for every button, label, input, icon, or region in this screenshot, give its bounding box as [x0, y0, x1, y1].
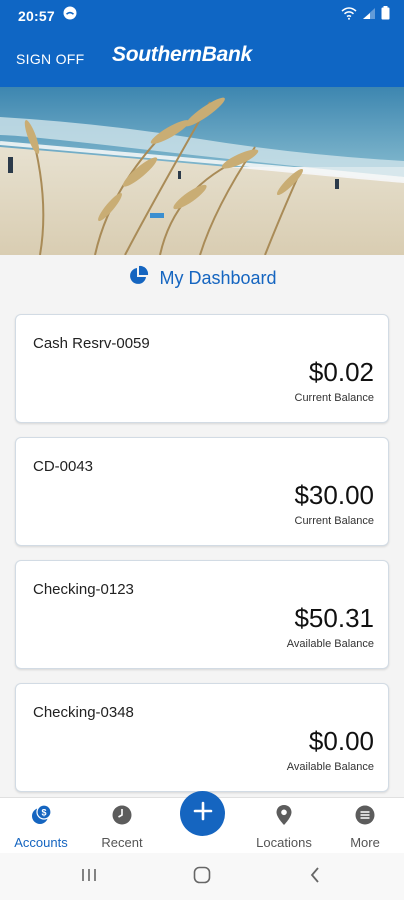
cloud-icon	[63, 6, 77, 25]
account-card[interactable]: CD-0043 $30.00 Current Balance	[15, 437, 389, 546]
pie-chart-icon	[127, 265, 149, 292]
account-name: Checking-0348	[33, 704, 134, 721]
account-name: CD-0043	[33, 458, 94, 475]
wifi-icon	[341, 6, 357, 25]
account-balance: $0.02	[308, 357, 374, 387]
account-card[interactable]: Cash Resrv-0059 $0.02 Current Balance	[15, 314, 389, 423]
status-bar: 20:57	[0, 0, 404, 31]
clock-icon	[111, 804, 133, 831]
menu-circle-icon	[354, 804, 376, 831]
tab-recent[interactable]: Recent	[92, 798, 152, 854]
account-balance: $50.31	[294, 603, 374, 633]
battery-icon	[381, 6, 390, 25]
tab-label: Recent	[101, 835, 143, 850]
tab-more[interactable]: More	[338, 798, 392, 854]
dashboard-title-label: My Dashboard	[159, 267, 277, 288]
sign-off-button[interactable]: SIGN OFF	[16, 51, 85, 67]
signal-icon	[362, 7, 376, 25]
brand-logo: SouthernBank	[112, 43, 252, 66]
status-time: 20:57	[18, 7, 55, 24]
balance-type-label: Available Balance	[286, 761, 374, 773]
balance-type-label: Current Balance	[294, 515, 375, 527]
system-nav-bar	[0, 853, 404, 900]
dashboard-title[interactable]: My Dashboard	[0, 262, 404, 294]
svg-text:$: $	[41, 808, 46, 818]
tab-accounts[interactable]: $ Accounts	[8, 798, 74, 854]
account-balance: $0.00	[308, 726, 374, 756]
plus-icon	[193, 801, 213, 826]
app-header: SIGN OFF SouthernBank	[0, 31, 404, 87]
balance-type-label: Current Balance	[294, 392, 375, 404]
back-icon[interactable]	[308, 865, 322, 890]
account-balance: $30.00	[294, 480, 374, 510]
tab-label: Locations	[256, 835, 312, 850]
account-name: Cash Resrv-0059	[33, 335, 150, 352]
balance-type-label: Available Balance	[286, 638, 374, 650]
dollar-coin-icon: $	[30, 804, 52, 831]
tab-label: Accounts	[14, 835, 68, 850]
account-card[interactable]: Checking-0123 $50.31 Available Balance	[15, 560, 389, 669]
recent-apps-icon[interactable]	[80, 865, 98, 890]
home-icon[interactable]	[192, 865, 212, 890]
add-button[interactable]	[180, 791, 225, 836]
account-card[interactable]: Checking-0348 $0.00 Available Balance	[15, 683, 389, 792]
account-name: Checking-0123	[33, 581, 134, 598]
bottom-tab-bar: $ Accounts Recent Locations More	[0, 791, 404, 854]
tab-label: More	[350, 835, 380, 850]
hero-beach-image	[0, 87, 404, 255]
tab-locations[interactable]: Locations	[248, 798, 320, 854]
map-pin-icon	[275, 804, 293, 831]
